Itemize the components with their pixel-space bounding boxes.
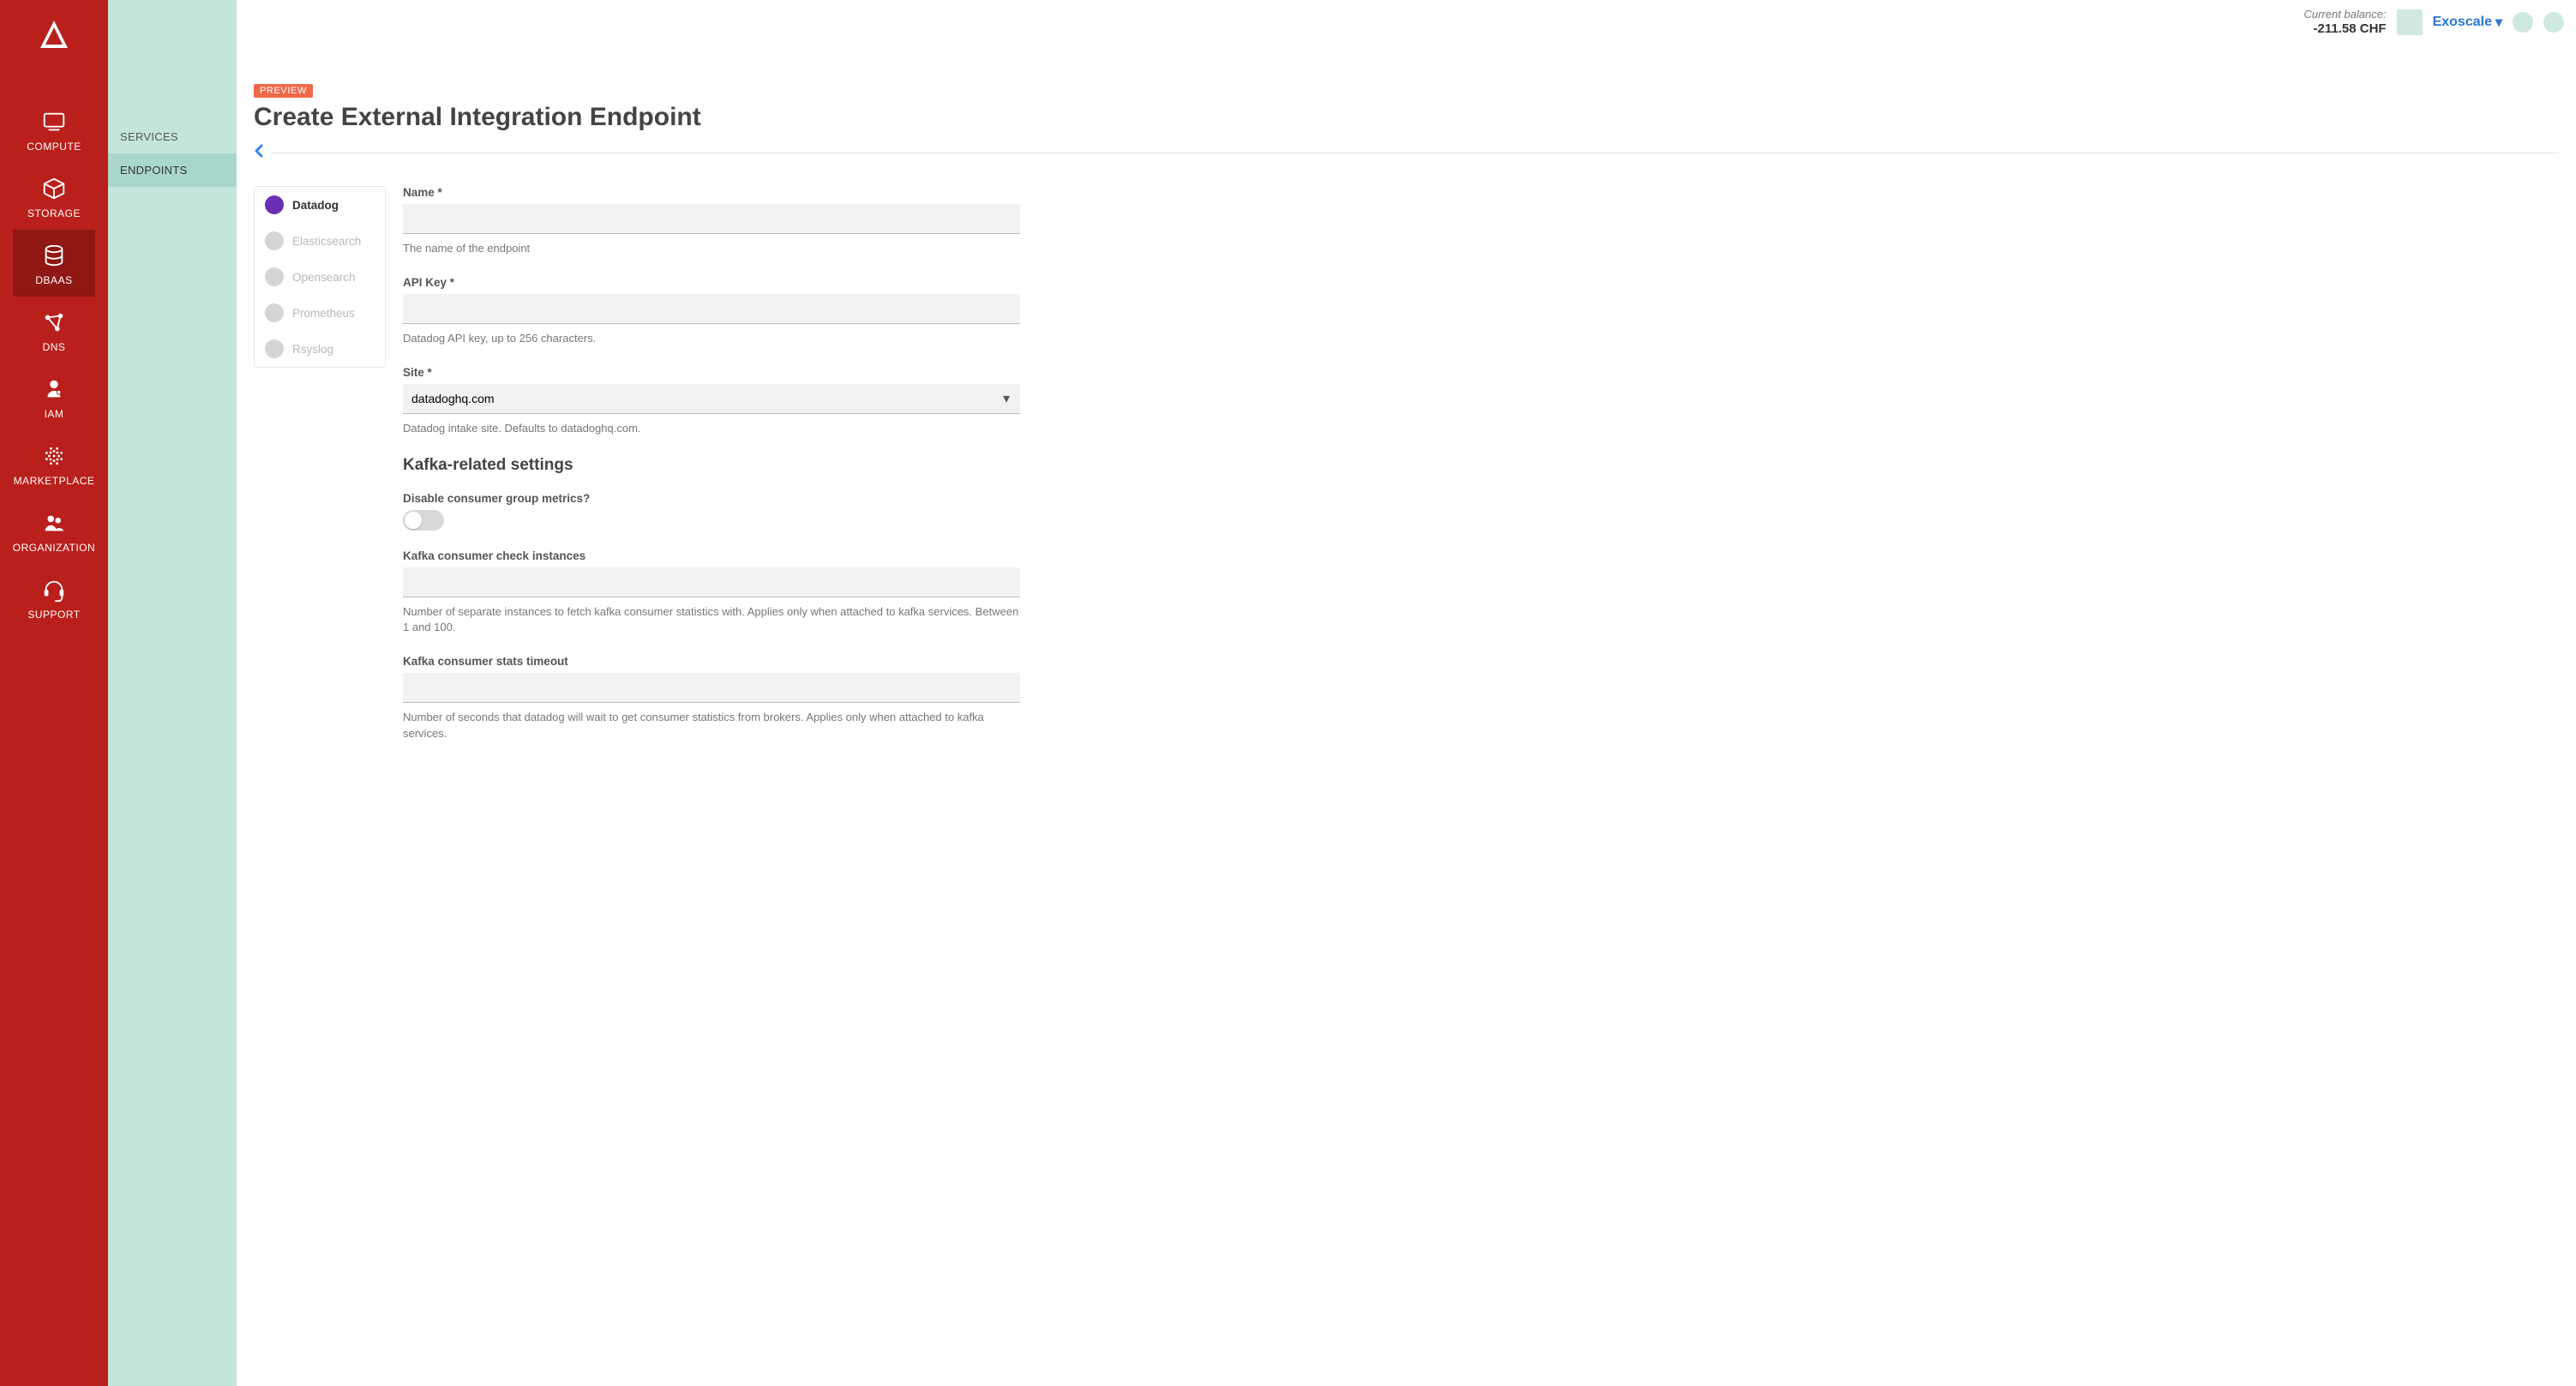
tab-elasticsearch[interactable]: Elasticsearch [255, 223, 385, 259]
opensearch-icon [265, 267, 284, 286]
dots-icon [40, 442, 68, 470]
tab-label: Prometheus [292, 307, 355, 320]
balance-value: -211.58 CHF [2303, 21, 2386, 36]
main-content: Current balance: -211.58 CHF Exoscale ▾ … [237, 0, 2576, 1386]
check-instances-input[interactable] [403, 567, 1020, 597]
database-icon [40, 242, 68, 269]
nav-item-compute[interactable]: COMPUTE [13, 96, 95, 163]
org-name: Exoscale [2433, 15, 2492, 30]
tab-datadog[interactable]: Datadog [255, 187, 385, 223]
nav-label: DNS [43, 341, 66, 353]
sidebar-item-endpoints[interactable]: ENDPOINTS [108, 153, 237, 187]
prometheus-icon [265, 303, 284, 322]
stats-timeout-label: Kafka consumer stats timeout [403, 655, 1020, 668]
rsyslog-icon [265, 339, 284, 358]
nav-label: SUPPORT [27, 609, 80, 621]
toggle-knob [405, 512, 422, 529]
user-key-icon [40, 375, 68, 403]
stats-timeout-help: Number of seconds that datadog will wait… [403, 710, 1020, 742]
tab-prometheus[interactable]: Prometheus [255, 295, 385, 331]
avatar[interactable] [2397, 9, 2423, 35]
primary-nav: COMPUTE STORAGE DBAAS DNS IAM MARKETPLACE ORGA… [0, 0, 108, 1386]
kafka-section-title: Kafka-related settings [403, 456, 1020, 475]
site-help: Datadog intake site. Defaults to datadog… [403, 421, 1020, 437]
headset-icon [40, 576, 68, 603]
topbar: Current balance: -211.58 CHF Exoscale ▾ [2303, 9, 2564, 36]
api-key-label: API Key * [403, 276, 1020, 289]
tab-opensearch[interactable]: Opensearch [255, 259, 385, 295]
datadog-icon [265, 195, 284, 214]
nav-item-dns[interactable]: DNS [13, 297, 95, 363]
people-icon [40, 509, 68, 537]
nav-label: STORAGE [27, 207, 81, 219]
endpoint-form: Name * The name of the endpoint API Key … [403, 186, 1020, 761]
nav-label: ORGANIZATION [13, 542, 95, 554]
org-picker[interactable]: Exoscale ▾ [2433, 14, 2502, 31]
monitor-icon [40, 108, 68, 135]
site-select[interactable] [403, 384, 1020, 414]
name-help: The name of the endpoint [403, 241, 1020, 257]
preview-badge: PREVIEW [254, 84, 313, 98]
network-icon [40, 309, 68, 336]
nav-item-marketplace[interactable]: MARKETPLACE [13, 430, 95, 497]
check-instances-label: Kafka consumer check instances [403, 549, 1020, 562]
nav-label: MARKETPLACE [14, 475, 95, 487]
name-input[interactable] [403, 204, 1020, 234]
status-icon[interactable] [2513, 12, 2533, 33]
nav-label: IAM [45, 408, 64, 420]
elasticsearch-icon [265, 231, 284, 250]
nav-item-dbaas[interactable]: DBAAS [13, 230, 95, 297]
site-label: Site * [403, 366, 1020, 379]
secondary-nav: SERVICESENDPOINTS [108, 0, 237, 1386]
back-button[interactable] [254, 144, 264, 162]
sidebar-item-services[interactable]: SERVICES [108, 120, 237, 153]
nav-item-storage[interactable]: STORAGE [13, 163, 95, 230]
tab-label: Datadog [292, 199, 339, 212]
disable-consumer-label: Disable consumer group metrics? [403, 492, 1020, 505]
breadcrumb-row [254, 144, 2559, 162]
help-icon[interactable] [2543, 12, 2564, 33]
cube-icon [40, 175, 68, 202]
tab-rsyslog[interactable]: Rsyslog [255, 331, 385, 367]
stats-timeout-input[interactable] [403, 673, 1020, 703]
nav-label: COMPUTE [27, 141, 81, 153]
nav-item-organization[interactable]: ORGANIZATION [13, 497, 95, 564]
page-title: Create External Integration Endpoint [254, 103, 2559, 132]
tab-label: Opensearch [292, 271, 356, 284]
brand-logo[interactable] [35, 15, 73, 53]
nav-item-iam[interactable]: IAM [13, 363, 95, 430]
check-instances-help: Number of separate instances to fetch ka… [403, 604, 1020, 637]
nav-label: DBAAS [35, 274, 72, 286]
api-key-input[interactable] [403, 294, 1020, 324]
name-label: Name * [403, 186, 1020, 199]
nav-item-support[interactable]: SUPPORT [13, 564, 95, 631]
tab-label: Rsyslog [292, 343, 333, 356]
api-key-help: Datadog API key, up to 256 characters. [403, 331, 1020, 347]
integration-type-tabs: Datadog Elasticsearch Opensearch Prometheus… [254, 186, 386, 368]
balance-display: Current balance: -211.58 CHF [2303, 9, 2386, 36]
disable-consumer-toggle[interactable] [403, 510, 444, 531]
balance-label: Current balance: [2303, 9, 2386, 21]
chevron-down-icon: ▾ [2495, 14, 2502, 31]
tab-label: Elasticsearch [292, 235, 361, 248]
